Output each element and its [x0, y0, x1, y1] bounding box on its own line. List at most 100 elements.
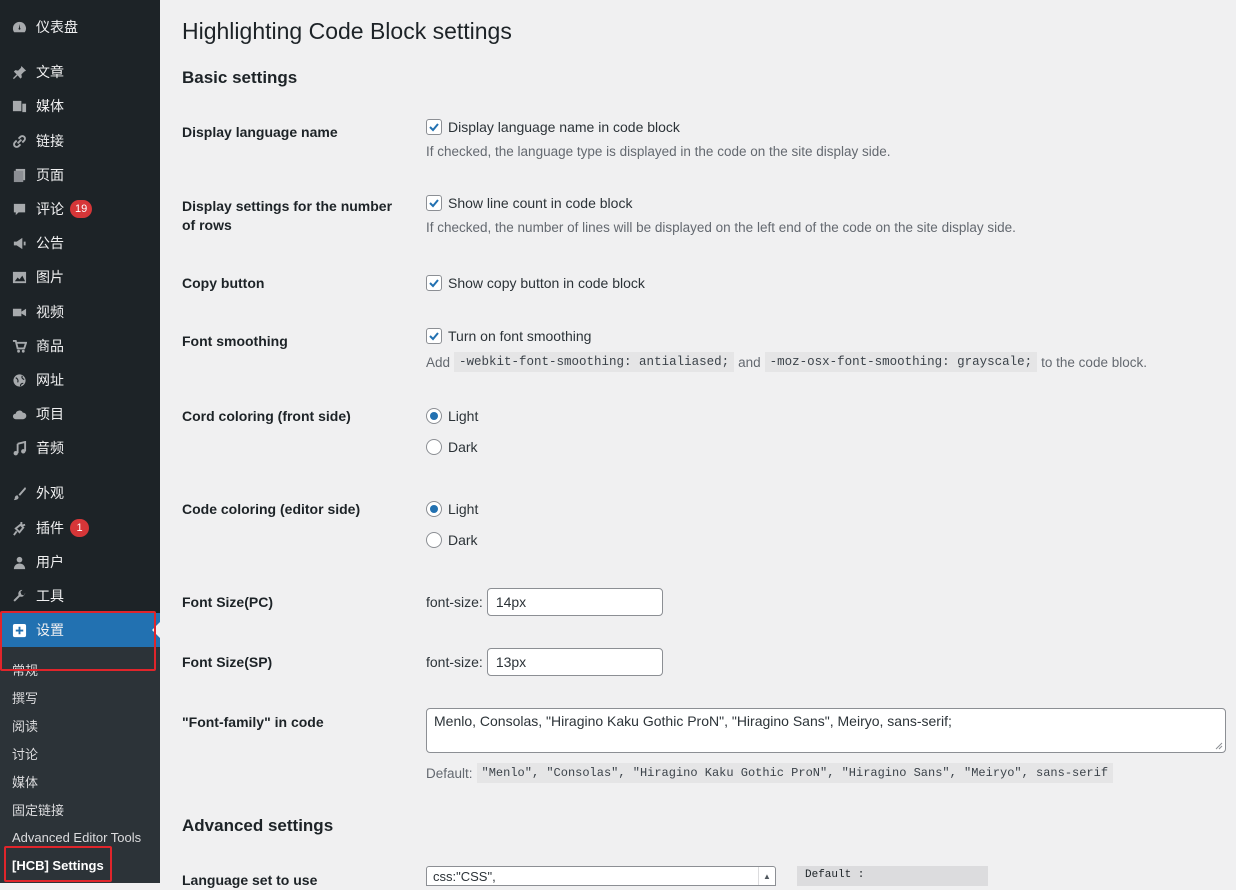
basic-settings-heading: Basic settings — [182, 68, 298, 87]
front-coloring-dark-radio[interactable] — [426, 439, 442, 455]
smoothing-checkbox[interactable] — [426, 328, 442, 344]
menu-item-pages[interactable]: 页面 — [0, 160, 160, 190]
font-size-pc-input[interactable] — [486, 588, 663, 616]
submenu-advanced-editor-tools[interactable]: Advanced Editor Tools — [12, 830, 141, 845]
menu-item-media[interactable]: 媒体 — [0, 91, 160, 121]
globe-icon — [10, 371, 28, 389]
menu-label: 音频 — [36, 440, 64, 456]
menu-item-users[interactable]: 用户 — [0, 547, 160, 577]
menu-item-comments[interactable]: 评论 19 — [0, 194, 160, 224]
smoothing-desc-mid: and — [738, 354, 761, 370]
menu-label: 项目 — [36, 406, 64, 422]
editor-coloring-label: Code coloring (editor side) — [182, 501, 361, 517]
menu-item-images[interactable]: 图片 — [0, 262, 160, 292]
cloud-icon — [10, 405, 28, 423]
checkmark-icon — [429, 123, 439, 132]
menu-item-links[interactable]: 链接 — [0, 126, 160, 156]
menu-item-tools[interactable]: 工具 — [0, 581, 160, 611]
advanced-settings-heading: Advanced settings — [182, 816, 334, 835]
plugins-update-badge: 1 — [70, 519, 89, 537]
submenu-hcb-settings[interactable]: [HCB] Settings — [12, 858, 104, 873]
submenu-discussion[interactable]: 讨论 — [12, 744, 38, 763]
menu-item-audio[interactable]: 音频 — [0, 433, 160, 463]
menu-label: 设置 — [36, 622, 64, 638]
font-family-textarea[interactable]: Menlo, Consolas, "Hiragino Kaku Gothic P… — [426, 708, 1226, 753]
font-size-pc-row: font-size: — [426, 588, 663, 616]
editor-coloring-dark-option[interactable]: Dark — [426, 532, 478, 548]
menu-label: 用户 — [36, 554, 64, 570]
font-family-label: "Font-family" in code — [182, 714, 324, 730]
menu-label: 公告 — [36, 235, 64, 251]
menu-label: 链接 — [36, 133, 64, 149]
current-menu-arrow — [152, 622, 160, 638]
megaphone-icon — [10, 234, 28, 252]
page-icon — [10, 166, 28, 184]
menu-item-appearance[interactable]: 外观 — [0, 478, 160, 508]
menu-item-videos[interactable]: 视频 — [0, 297, 160, 327]
submenu-reading[interactable]: 阅读 — [12, 716, 38, 735]
link-icon — [10, 132, 28, 150]
menu-label: 插件 — [36, 520, 64, 536]
page-title: Highlighting Code Block settings — [182, 18, 512, 44]
font-size-sp-input[interactable] — [486, 648, 663, 676]
front-coloring-light-option[interactable]: Light — [426, 408, 478, 424]
font-family-value: Menlo, Consolas, "Hiragino Kaku Gothic P… — [434, 713, 952, 729]
submenu-permalinks[interactable]: 固定链接 — [12, 800, 64, 819]
language-set-default-box: Default : — [797, 866, 988, 886]
smoothing-check-label: Turn on font smoothing — [448, 328, 592, 344]
image-icon — [10, 268, 28, 286]
settings-submenu — [0, 647, 160, 883]
cart-icon — [10, 337, 28, 355]
lang-name-option[interactable]: Display language name in code block — [426, 119, 680, 135]
menu-item-announcements[interactable]: 公告 — [0, 228, 160, 258]
menu-label: 网址 — [36, 372, 64, 388]
menu-item-projects[interactable]: 项目 — [0, 399, 160, 429]
menu-item-posts[interactable]: 文章 — [0, 57, 160, 87]
menu-item-settings[interactable]: 设置 — [0, 613, 160, 647]
lang-name-checkbox[interactable] — [426, 119, 442, 135]
menu-item-dashboard[interactable]: 仪表盘 — [0, 12, 160, 42]
menu-item-urls[interactable]: 网址 — [0, 365, 160, 395]
music-icon — [10, 439, 28, 457]
language-set-value: css:"CSS", — [433, 869, 496, 884]
smoothing-description: Add -webkit-font-smoothing: antialiased;… — [426, 352, 1147, 372]
submenu-media[interactable]: 媒体 — [12, 772, 38, 791]
smoothing-desc-suffix: to the code block. — [1041, 354, 1147, 370]
front-coloring-dark-option[interactable]: Dark — [426, 439, 478, 455]
menu-label: 文章 — [36, 64, 64, 80]
front-coloring-light-radio[interactable] — [426, 408, 442, 424]
submenu-writing[interactable]: 撰写 — [12, 688, 38, 707]
copy-check-label: Show copy button in code block — [448, 275, 645, 291]
lang-name-check-label: Display language name in code block — [448, 119, 680, 135]
resize-grip-icon[interactable] — [1215, 742, 1223, 750]
copy-checkbox[interactable] — [426, 275, 442, 291]
rows-checkbox[interactable] — [426, 195, 442, 211]
copy-option[interactable]: Show copy button in code block — [426, 275, 645, 291]
language-set-label: Language set to use — [182, 872, 318, 888]
media-icon — [10, 97, 28, 115]
rows-label: Display settings for the number of rows — [182, 198, 393, 233]
font-size-sp-prefix: font-size: — [426, 654, 483, 670]
menu-label: 图片 — [36, 269, 64, 285]
editor-coloring-light-radio[interactable] — [426, 501, 442, 517]
smoothing-option[interactable]: Turn on font smoothing — [426, 328, 591, 344]
editor-coloring-light-option[interactable]: Light — [426, 501, 478, 517]
scroll-up-arrow-icon[interactable]: ▲ — [758, 867, 775, 885]
lang-name-label: Display language name — [182, 124, 338, 140]
brush-icon — [10, 484, 28, 502]
rows-check-label: Show line count in code block — [448, 195, 633, 211]
menu-item-plugins[interactable]: 插件 1 — [0, 513, 160, 543]
rows-option[interactable]: Show line count in code block — [426, 195, 632, 211]
rows-description: If checked, the number of lines will be … — [426, 220, 1016, 235]
menu-item-products[interactable]: 商品 — [0, 331, 160, 361]
menu-label: 媒体 — [36, 98, 64, 114]
menu-label: 视频 — [36, 304, 64, 320]
font-family-default-value: "Menlo", "Consolas", "Hiragino Kaku Goth… — [476, 763, 1114, 783]
submenu-general[interactable]: 常规 — [12, 660, 38, 679]
dashboard-icon — [10, 18, 28, 36]
lang-name-description: If checked, the language type is display… — [426, 144, 891, 159]
copy-label: Copy button — [182, 275, 265, 291]
editor-coloring-dark-radio[interactable] — [426, 532, 442, 548]
menu-label: 工具 — [36, 588, 64, 604]
language-set-textarea[interactable]: css:"CSS", ▲ — [426, 866, 776, 886]
